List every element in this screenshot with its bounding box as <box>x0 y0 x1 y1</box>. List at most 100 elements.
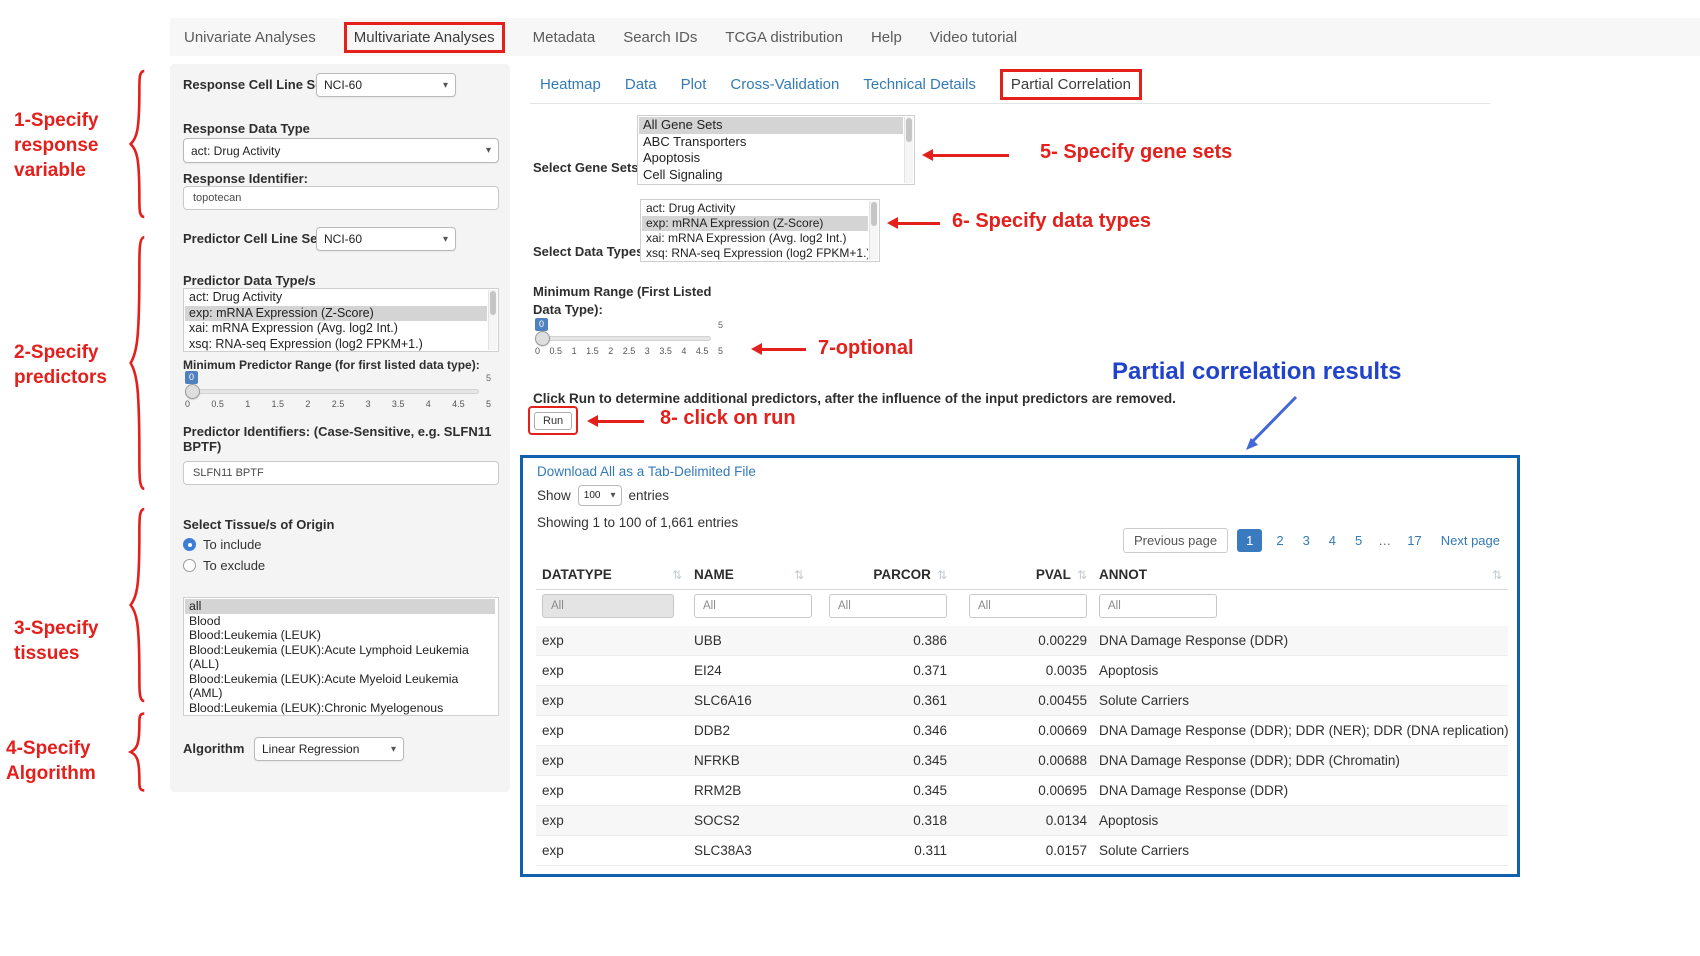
slider-handle[interactable] <box>535 331 550 346</box>
page-button-2[interactable]: 2 <box>1271 529 1288 552</box>
column-header-name[interactable]: NAME⇅ <box>688 562 810 590</box>
page-button-4[interactable]: 4 <box>1324 529 1341 552</box>
slider-handle[interactable] <box>185 384 200 399</box>
filter-input-parcor[interactable] <box>829 594 947 618</box>
predictor-range-ticks: 00.511.522.533.544.55 <box>185 399 491 409</box>
gene-sets-list[interactable]: All Gene SetsABC TransportersApoptosisCe… <box>637 115 915 185</box>
option-xai-mrna-expression-avg-log2-int[interactable]: xai: mRNA Expression (Avg. log2 Int.) <box>642 231 868 246</box>
nav-item-metadata[interactable]: Metadata <box>533 29 596 46</box>
tab-technical-details[interactable]: Technical Details <box>863 76 976 93</box>
nav-item-help[interactable]: Help <box>871 29 902 46</box>
option-abc-transporters[interactable]: ABC Transporters <box>639 134 903 151</box>
filter-input-name[interactable] <box>694 594 812 618</box>
response-identifier-input[interactable]: topotecan <box>183 186 499 210</box>
radio-button-icon[interactable] <box>183 559 196 572</box>
predictor-data-type-list[interactable]: act: Drug Activityexp: mRNA Expression (… <box>183 288 499 352</box>
option-all[interactable]: all <box>185 599 495 614</box>
page-button-3[interactable]: 3 <box>1298 529 1315 552</box>
tab-partial-correlation[interactable]: Partial Correlation <box>1000 69 1142 100</box>
nav-item-univariate-analyses[interactable]: Univariate Analyses <box>184 29 316 46</box>
slider-tick-label: 3 <box>645 346 650 356</box>
table-row[interactable]: expNFRKB0.3450.00688DNA Damage Response … <box>536 746 1508 776</box>
scrollbar-thumb[interactable] <box>490 291 496 315</box>
cell-name: NFRKB <box>688 746 810 776</box>
table-row[interactable]: expUBB0.3860.00229DNA Damage Response (D… <box>536 626 1508 656</box>
predictor-data-types-label: Predictor Data Type/s <box>183 273 316 288</box>
option-act-drug-activity[interactable]: act: Drug Activity <box>185 290 487 306</box>
sort-icon[interactable]: ⇅ <box>794 568 804 582</box>
column-header-datatype[interactable]: DATATYPE⇅ <box>536 562 688 590</box>
option-blood-leukemia-leuk-chronic-myelogenous-leukemia-cml[interactable]: Blood:Leukemia (LEUK):Chronic Myelogenou… <box>185 701 495 717</box>
run-button[interactable]: Run <box>534 412 572 430</box>
filter-input-pval[interactable] <box>969 594 1087 618</box>
option-all-gene-sets[interactable]: All Gene Sets <box>639 117 903 134</box>
option-blood-leukemia-leuk-acute-lymphoid-leukemia-all[interactable]: Blood:Leukemia (LEUK):Acute Lymphoid Leu… <box>185 643 495 672</box>
filter-input-datatype[interactable] <box>542 594 674 618</box>
scrollbar[interactable] <box>904 117 913 183</box>
table-row[interactable]: expEI240.3710.0035Apoptosis <box>536 656 1508 686</box>
table-row[interactable]: expSLC6A160.3610.00455Solute Carriers <box>536 686 1508 716</box>
nav-item-search-ids[interactable]: Search IDs <box>623 29 697 46</box>
predictor-range-slider[interactable]: 0 5 00.511.522.533.544.55 <box>185 371 491 411</box>
page-button-1[interactable]: 1 <box>1237 529 1262 552</box>
response-cell-line-set-select[interactable]: NCI-60 ▾ <box>316 73 456 97</box>
show-entries-select[interactable]: 100 ▾ <box>578 485 622 506</box>
nav-item-multivariate-analyses[interactable]: Multivariate Analyses <box>344 22 505 53</box>
tissue-list[interactable]: allBloodBlood:Leukemia (LEUK)Blood:Leuke… <box>183 597 499 716</box>
scrollbar[interactable] <box>869 201 878 260</box>
option-exp-mrna-expression-z-score[interactable]: exp: mRNA Expression (Z-Score) <box>185 306 487 322</box>
response-data-type-select[interactable]: act: Drug Activity ▾ <box>183 138 499 163</box>
slider-track[interactable] <box>186 389 479 394</box>
table-row[interactable]: expSOCS20.3180.0134Apoptosis <box>536 806 1508 836</box>
nav-item-tcga-distribution[interactable]: TCGA distribution <box>725 29 843 46</box>
download-link[interactable]: Download All as a Tab-Delimited File <box>537 464 756 479</box>
column-header-annot[interactable]: ANNOT⇅ <box>1093 562 1508 590</box>
option-xai-mrna-expression-avg-log2-int[interactable]: xai: mRNA Expression (Avg. log2 Int.) <box>185 321 487 337</box>
filter-input-annot[interactable] <box>1099 594 1217 618</box>
scrollbar-thumb[interactable] <box>871 202 877 226</box>
table-row[interactable]: expSLC38A30.3110.0157Solute Carriers <box>536 836 1508 866</box>
next-page-button[interactable]: Next page <box>1436 529 1505 552</box>
sort-icon[interactable]: ⇅ <box>937 568 947 582</box>
page-button-17[interactable]: 17 <box>1402 529 1426 552</box>
sort-icon[interactable]: ⇅ <box>672 568 682 582</box>
cell-annot: Solute Carriers <box>1093 836 1508 866</box>
option-blood-leukemia-leuk-acute-myeloid-leukemia-aml[interactable]: Blood:Leukemia (LEUK):Acute Myeloid Leuk… <box>185 672 495 701</box>
sort-icon[interactable]: ⇅ <box>1077 568 1087 582</box>
table-row[interactable]: expDDB20.3460.00669DNA Damage Response (… <box>536 716 1508 746</box>
scrollbar-thumb[interactable] <box>906 118 912 142</box>
page-button-5[interactable]: 5 <box>1350 529 1367 552</box>
column-header-pval[interactable]: PVAL⇅ <box>953 562 1093 590</box>
predictor-cell-line-set-select[interactable]: NCI-60 ▾ <box>316 227 456 251</box>
sort-icon[interactable]: ⇅ <box>1492 568 1502 582</box>
option-xsq-rna-seq-expression-log2-fpkm-1[interactable]: xsq: RNA-seq Expression (log2 FPKM+1.) <box>185 337 487 353</box>
response-data-type-label: Response Data Type <box>183 121 310 136</box>
slider-max-label: 5 <box>486 373 491 383</box>
predictor-identifiers-input[interactable]: SLFN11 BPTF <box>183 461 499 485</box>
option-apoptosis[interactable]: Apoptosis <box>639 150 903 167</box>
radio-to-include[interactable]: To include <box>183 537 262 552</box>
option-xsq-rna-seq-expression-log2-fpkm-1[interactable]: xsq: RNA-seq Expression (log2 FPKM+1.) <box>642 246 868 261</box>
tab-data[interactable]: Data <box>625 76 657 93</box>
data-types-list[interactable]: act: Drug Activityexp: mRNA Expression (… <box>640 199 880 262</box>
radio-include-label: To include <box>203 537 262 552</box>
cell-annot: DNA Damage Response (DDR); DDR (Chromati… <box>1093 746 1508 776</box>
tab-heatmap[interactable]: Heatmap <box>540 76 601 93</box>
min-range-slider[interactable]: 0 5 00.511.522.533.544.55 <box>535 318 723 358</box>
option-blood-leukemia-leuk[interactable]: Blood:Leukemia (LEUK) <box>185 628 495 643</box>
nav-item-video-tutorial[interactable]: Video tutorial <box>930 29 1017 46</box>
column-header-parcor[interactable]: PARCOR⇅ <box>810 562 953 590</box>
slider-track[interactable] <box>536 336 711 341</box>
option-cell-signaling[interactable]: Cell Signaling <box>639 167 903 184</box>
scrollbar[interactable] <box>488 290 497 350</box>
table-row[interactable]: expRRM2B0.3450.00695DNA Damage Response … <box>536 776 1508 806</box>
tab-plot[interactable]: Plot <box>681 76 707 93</box>
previous-page-button[interactable]: Previous page <box>1123 528 1228 553</box>
algorithm-select[interactable]: Linear Regression ▾ <box>254 737 404 761</box>
radio-button-icon[interactable] <box>183 538 196 551</box>
tab-cross-validation[interactable]: Cross-Validation <box>730 76 839 93</box>
option-blood[interactable]: Blood <box>185 614 495 629</box>
option-exp-mrna-expression-z-score[interactable]: exp: mRNA Expression (Z-Score) <box>642 216 868 231</box>
option-act-drug-activity[interactable]: act: Drug Activity <box>642 201 868 216</box>
radio-to-exclude[interactable]: To exclude <box>183 558 265 573</box>
